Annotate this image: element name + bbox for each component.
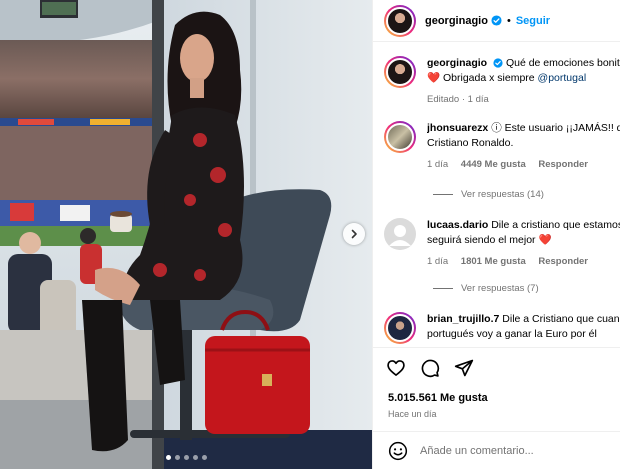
follow-button[interactable]: Seguir	[516, 15, 550, 27]
comment-meta: 1 día 4449 Me gusta Responder	[427, 157, 620, 172]
replies-divider	[433, 194, 453, 195]
like-count[interactable]: 5.015.561 Me gusta	[388, 392, 488, 404]
comment-body-2: Cristiano Ronaldo.	[427, 137, 514, 149]
avatar-image	[386, 6, 414, 35]
replies-divider	[433, 288, 453, 289]
carousel-dot	[192, 455, 198, 460]
comment-time: 1 día	[427, 256, 449, 267]
add-comment-input[interactable]	[420, 444, 610, 457]
avatar-image	[386, 314, 414, 342]
view-replies-button[interactable]: Ver respuestas (7)	[433, 283, 539, 294]
comment-text: jhonsuarezx ⓘ Este usuario ¡¡JAMÁS!! dej…	[427, 121, 620, 172]
heart-emoji: ❤️	[538, 234, 552, 246]
post-header: georginagio • Seguir	[373, 0, 620, 42]
reply-button[interactable]: Responder	[538, 256, 588, 267]
carousel-dot	[183, 455, 189, 460]
comment-body: ⓘ Este usuario ¡¡JAMÁS!! dejará de amar …	[491, 122, 620, 134]
caption-username[interactable]: georginagio	[427, 57, 487, 69]
post-media[interactable]	[0, 0, 372, 469]
heart-emoji: ❤️	[427, 72, 441, 84]
default-avatar-icon	[384, 218, 416, 250]
comment-item: jhonsuarezx ⓘ Este usuario ¡¡JAMÁS!! dej…	[384, 121, 620, 172]
comment-username[interactable]: jhonsuarezx	[427, 122, 488, 134]
share-paper-plane-icon[interactable]	[454, 358, 474, 378]
comment-body: Dile a Cristiano que cuando sea un	[502, 313, 620, 325]
author-avatar[interactable]	[384, 4, 416, 37]
chevron-right-icon	[351, 229, 357, 239]
author-avatar[interactable]	[384, 56, 416, 88]
comment-bubble-icon[interactable]	[420, 358, 440, 378]
like-heart-icon[interactable]	[386, 358, 406, 378]
avatar-image	[386, 58, 414, 86]
comment-username[interactable]: lucaas.dario	[427, 219, 488, 231]
verified-badge-icon	[493, 58, 503, 68]
caption: georginagio Qué de emociones bonitas en …	[384, 56, 620, 107]
next-slide-button[interactable]	[343, 223, 365, 245]
action-icons	[386, 358, 474, 378]
action-bar: 5.015.561 Me gusta Hace un día	[373, 347, 620, 429]
carousel-dot	[174, 455, 180, 460]
author-username[interactable]: georginagio	[425, 15, 488, 27]
comment-username[interactable]: brian_trujillo.7	[427, 313, 499, 325]
comment-body-2: seguirá siendo el mejor	[427, 234, 536, 246]
view-replies-label: Ver respuestas (7)	[461, 283, 539, 294]
commenter-avatar[interactable]	[384, 312, 416, 344]
caption-text: georginagio Qué de emociones bonitas en …	[427, 56, 620, 107]
post-side-panel: georginagio • Seguir georginagio Qué de …	[372, 0, 620, 469]
comment-body-2: portugués voy a ganar la Euro por él	[427, 328, 597, 340]
comment-text: lucaas.dario Dile a cristiano que estamo…	[427, 218, 620, 269]
reply-button[interactable]: Responder	[538, 159, 588, 170]
commenter-avatar[interactable]	[384, 218, 416, 250]
comment-item: lucaas.dario Dile a cristiano que estamo…	[384, 218, 620, 269]
comment-text: brian_trujillo.7 Dile a Cristiano que cu…	[427, 312, 620, 344]
post-time: Hace un día	[388, 409, 437, 419]
carousel-dot	[201, 455, 207, 460]
carousel-indicator	[0, 455, 372, 460]
add-comment-bar	[373, 431, 620, 469]
avatar-image	[386, 123, 414, 151]
emoji-icon[interactable]	[388, 441, 408, 461]
view-replies-label: Ver respuestas (14)	[461, 189, 544, 200]
comment-body: Dile a cristiano que estamos con el, y q…	[491, 219, 620, 231]
carousel-dot	[165, 455, 171, 460]
comment-time: 1 día	[427, 159, 449, 170]
comment-likes[interactable]: 1801 Me gusta	[461, 256, 526, 267]
commenter-avatar[interactable]	[384, 121, 416, 153]
caption-meta: Editado · 1 día	[427, 94, 489, 105]
view-replies-button[interactable]: Ver respuestas (14)	[433, 189, 544, 200]
mention-link[interactable]: @portugal	[538, 72, 587, 84]
verified-badge-icon	[491, 15, 502, 26]
post-photo	[0, 0, 372, 469]
comment-likes[interactable]: 4449 Me gusta	[461, 159, 526, 170]
comments-list[interactable]: georginagio Qué de emociones bonitas en …	[373, 43, 620, 345]
comment-meta: 1 día 1801 Me gusta Responder	[427, 254, 620, 269]
comment-item: brian_trujillo.7 Dile a Cristiano que cu…	[384, 312, 620, 344]
caption-body-2: Obrigada x siempre	[443, 72, 535, 84]
caption-body: Qué de emociones bonitas en esta Eurocop…	[505, 57, 620, 69]
header-separator: •	[506, 14, 511, 27]
